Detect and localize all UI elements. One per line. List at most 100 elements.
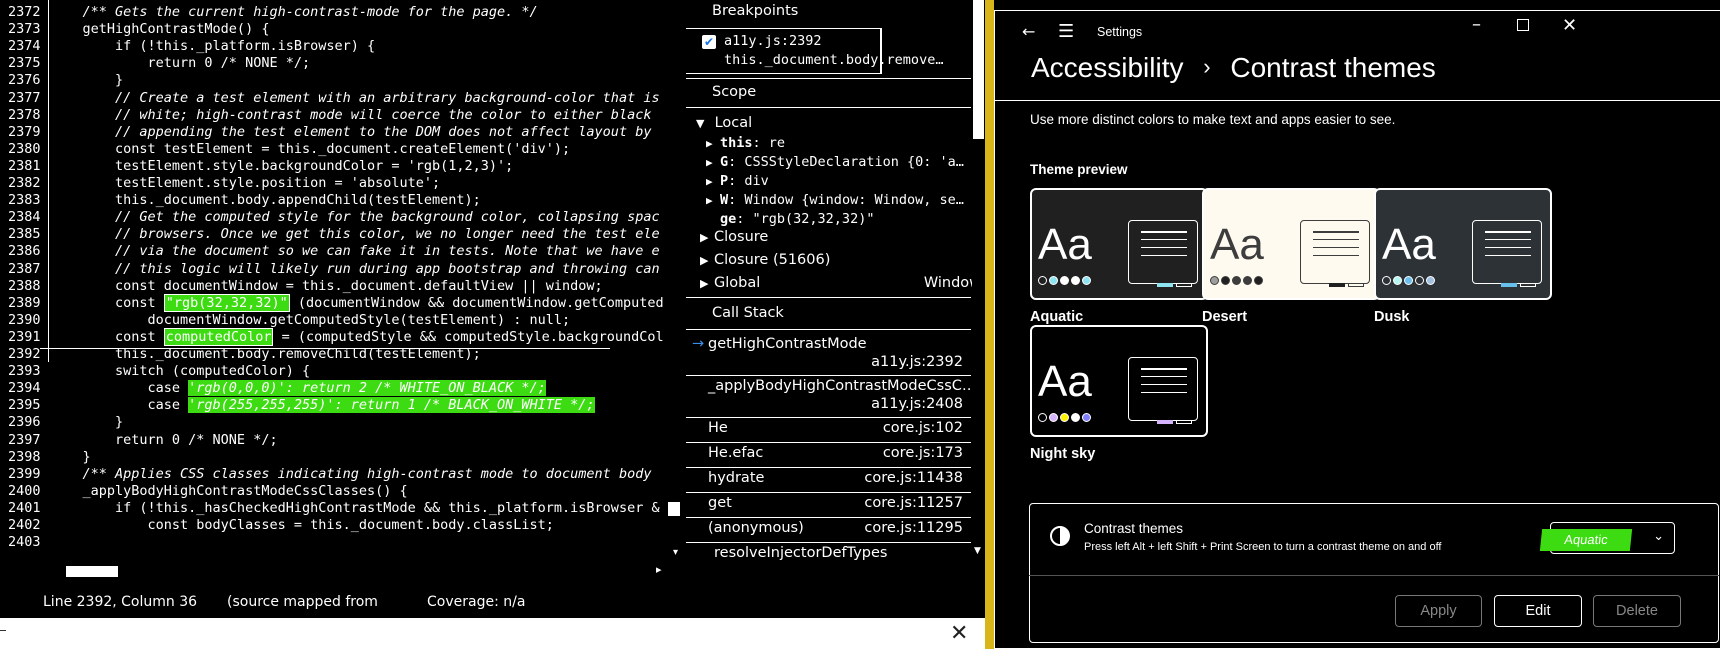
scope-variable[interactable]: ge: "rgb(32,32,32)" xyxy=(720,211,985,227)
line-number[interactable]: 2403 xyxy=(8,533,46,551)
theme-dropdown[interactable]: Aquatic ⌄ xyxy=(1539,522,1675,554)
maximize-icon[interactable] xyxy=(1517,19,1529,31)
line-number[interactable]: 2381 xyxy=(8,157,46,175)
code-line[interactable]: 2388 const documentWindow = this._docume… xyxy=(0,277,686,295)
code-line[interactable]: 2403 xyxy=(0,533,686,551)
code-vertical-scroll-thumb[interactable] xyxy=(668,502,680,516)
hamburger-menu-icon[interactable]: ☰ xyxy=(1058,21,1074,42)
code-line[interactable]: 2399 /** Applies CSS classes indicating … xyxy=(0,465,686,483)
call-frame[interactable]: _applyBodyHighContrastModeCssC… a11y.js:2… xyxy=(686,378,976,418)
code-line[interactable]: 2372 /** Gets the current high-contrast-… xyxy=(0,3,686,21)
line-number[interactable]: 2372 xyxy=(8,3,46,21)
theme-card-night-sky[interactable]: Aa xyxy=(1030,325,1208,437)
line-number[interactable]: 2399 xyxy=(8,465,46,483)
code-line[interactable]: 2390 documentWindow.getComputedStyle(tes… xyxy=(0,311,686,329)
line-number[interactable]: 2395 xyxy=(8,396,46,414)
code-line[interactable]: 2402 const bodyClasses = this._document.… xyxy=(0,516,686,534)
close-window-icon[interactable]: ✕ xyxy=(1562,15,1577,36)
scope-variable[interactable]: ▶ P: div xyxy=(706,173,971,189)
line-number[interactable]: 2401 xyxy=(8,499,46,517)
code-line[interactable]: 2382 testElement.style.position = 'absol… xyxy=(0,174,686,192)
back-arrow-icon[interactable]: ← xyxy=(1022,22,1035,41)
breakpoint-checkbox[interactable]: ✔ xyxy=(702,35,716,49)
code-line[interactable]: 2378 // white; high-contrast mode will c… xyxy=(0,106,686,124)
theme-card-aquatic[interactable]: Aa xyxy=(1030,188,1208,300)
scroll-down-icon[interactable]: ▾ xyxy=(673,547,678,558)
code-line[interactable]: 2376 } xyxy=(0,71,686,89)
line-number[interactable]: 2387 xyxy=(8,260,46,278)
closure-scope[interactable]: ▶ Closure xyxy=(700,229,985,245)
minimize-icon[interactable]: – xyxy=(1472,14,1481,35)
code-line[interactable]: 2385 // browsers. Once we get this color… xyxy=(0,225,686,243)
scope-header[interactable]: Scope xyxy=(712,84,985,100)
line-number[interactable]: 2402 xyxy=(8,516,46,534)
line-number[interactable]: 2377 xyxy=(8,89,46,107)
line-number[interactable]: 2385 xyxy=(8,225,46,243)
line-number[interactable]: 2398 xyxy=(8,448,46,466)
code-line[interactable]: 2386 // via the document so we can fake … xyxy=(0,242,686,260)
call-frame[interactable]: → getHighContrastMode a11y.js:2392 xyxy=(686,336,971,376)
line-number[interactable]: 2389 xyxy=(8,294,46,312)
code-line[interactable]: 2397 return 0 /* NONE */; xyxy=(0,431,686,449)
call-frame[interactable]: He core.js:102 xyxy=(686,420,971,444)
line-number[interactable]: 2396 xyxy=(8,413,46,431)
code-line[interactable]: 2389 const "rgb(32,32,32)" (documentWind… xyxy=(0,293,686,312)
code-line[interactable]: 2381 testElement.style.backgroundColor =… xyxy=(0,157,686,175)
line-number[interactable]: 2374 xyxy=(8,37,46,55)
line-number[interactable]: 2376 xyxy=(8,71,46,89)
code-line[interactable]: 2384 // Get the computed style for the b… xyxy=(0,208,686,226)
closure-51606-scope[interactable]: ▶ Closure (51606) xyxy=(700,252,985,268)
code-line[interactable]: 2396 } xyxy=(0,413,686,431)
code-line[interactable]: 2395 case 'rgb(255,255,255)': return 1 /… xyxy=(0,396,686,414)
breadcrumb-accessibility[interactable]: Accessibility xyxy=(1031,52,1183,83)
close-icon[interactable]: ✕ xyxy=(950,621,968,646)
scroll-right-icon[interactable]: ▸ xyxy=(656,563,662,576)
breakpoints-header[interactable]: Breakpoints xyxy=(712,3,985,19)
apply-button[interactable]: Apply xyxy=(1395,595,1482,627)
call-frame[interactable]: resolveInjectorDefTypes xyxy=(686,545,971,569)
scope-variable[interactable]: ▶ G: CSSStyleDeclaration {0: 'a… xyxy=(706,154,971,170)
line-number[interactable]: 2375 xyxy=(8,54,46,72)
line-number[interactable]: 2400 xyxy=(8,482,46,500)
code-line[interactable]: 2383 this._document.body.appendChild(tes… xyxy=(0,191,686,209)
code-line[interactable]: 2379 // appending the test element to th… xyxy=(0,123,686,141)
line-number[interactable]: 2383 xyxy=(8,191,46,209)
line-number[interactable]: 2378 xyxy=(8,106,46,124)
code-line[interactable]: 2393 switch (computedColor) { xyxy=(0,362,686,380)
line-number[interactable]: 2379 xyxy=(8,123,46,141)
line-number[interactable]: 2373 xyxy=(8,20,46,38)
line-number[interactable]: 2388 xyxy=(8,277,46,295)
code-line[interactable]: 2398 } xyxy=(0,448,686,466)
code-line[interactable]: 2394 case 'rgb(0,0,0)': return 2 /* WHIT… xyxy=(0,379,686,397)
line-number[interactable]: 2390 xyxy=(8,311,46,329)
code-line[interactable]: 2400 _applyBodyHighContrastModeCssClasse… xyxy=(0,482,686,500)
global-scope[interactable]: ▶ Global Window xyxy=(700,275,985,291)
line-number[interactable]: 2386 xyxy=(8,242,46,260)
call-stack-header[interactable]: Call Stack xyxy=(712,305,985,321)
scope-variable[interactable]: ▶ this: re xyxy=(706,135,971,151)
theme-card-desert[interactable]: Aa xyxy=(1202,188,1380,300)
code-line[interactable]: 2380 const testElement = this._document.… xyxy=(0,140,686,158)
delete-button[interactable]: Delete xyxy=(1593,595,1681,627)
local-scope-header[interactable]: ▼ Local xyxy=(696,115,981,131)
debugger-scroll-thumb[interactable] xyxy=(973,0,984,139)
theme-card-dusk[interactable]: Aa xyxy=(1374,188,1552,300)
line-number[interactable]: 2382 xyxy=(8,174,46,192)
line-number[interactable]: 2380 xyxy=(8,140,46,158)
code-line[interactable]: 2377 // Create a test element with an ar… xyxy=(0,89,686,107)
line-number[interactable]: 2393 xyxy=(8,362,46,380)
code-line[interactable]: 2373 getHighContrastMode() { xyxy=(0,20,686,38)
code-horizontal-scroll-thumb[interactable] xyxy=(66,566,118,577)
call-frame[interactable]: get core.js:11257 xyxy=(686,495,971,519)
code-line[interactable]: 2375 return 0 /* NONE */; xyxy=(0,54,686,72)
code-line[interactable]: 2387 // this logic will likely run durin… xyxy=(0,260,686,278)
scope-variable[interactable]: ▶ W: Window {window: Window, se… xyxy=(706,192,971,208)
line-number[interactable]: 2384 xyxy=(8,208,46,226)
call-frame[interactable]: hydrate core.js:11438 xyxy=(686,470,971,494)
code-line[interactable]: 2374 if (!this._platform.isBrowser) { xyxy=(0,37,686,55)
line-number[interactable]: 2394 xyxy=(8,379,46,397)
edit-button[interactable]: Edit xyxy=(1494,595,1582,627)
code-line[interactable]: 2401 if (!this._hasCheckedHighContrastMo… xyxy=(0,499,686,517)
source-code-pane[interactable]: 2372 /** Gets the current high-contrast-… xyxy=(0,0,686,587)
scroll-down-icon[interactable]: ▼ xyxy=(974,546,981,556)
